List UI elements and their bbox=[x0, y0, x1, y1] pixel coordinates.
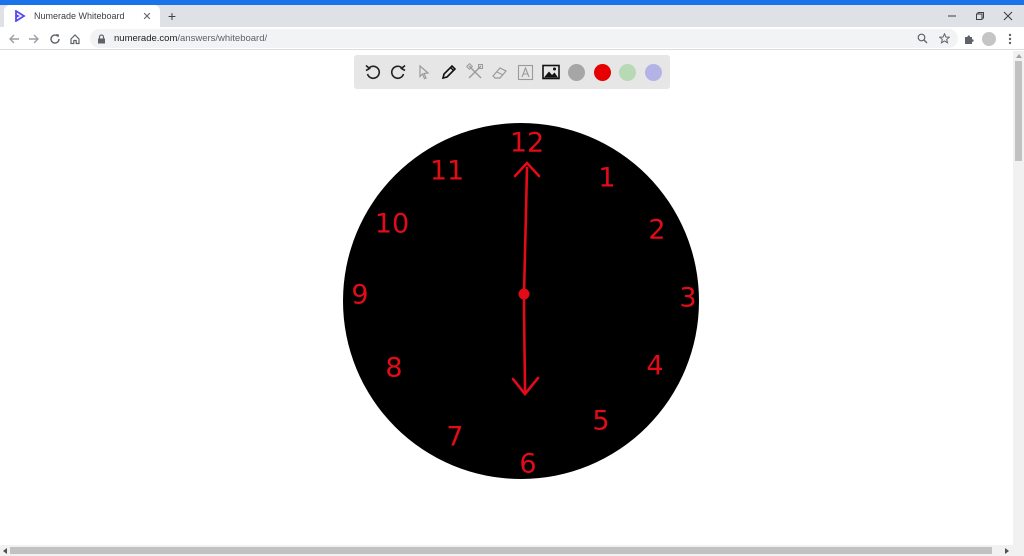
clock-number-5: 5 bbox=[592, 406, 609, 437]
whiteboard-page[interactable]: 12 1 2 3 4 5 6 7 8 9 10 11 bbox=[0, 51, 1013, 545]
vertical-scrollbar[interactable] bbox=[1013, 51, 1024, 545]
new-tab-button[interactable]: + bbox=[164, 8, 180, 24]
clock-number-12: 12 bbox=[510, 128, 544, 159]
scroll-left-arrow-icon[interactable] bbox=[0, 545, 9, 556]
reload-button[interactable] bbox=[46, 30, 64, 48]
browser-toolbar: numerade.com/answers/whiteboard/ bbox=[0, 27, 1024, 50]
scroll-up-arrow-icon[interactable] bbox=[1013, 51, 1024, 60]
clock-number-1: 1 bbox=[598, 163, 615, 194]
back-button[interactable] bbox=[5, 30, 23, 48]
clock-number-6: 6 bbox=[519, 449, 536, 480]
browser-tab[interactable]: Numerade Whiteboard ✕ bbox=[4, 5, 160, 27]
clock-drawing: 121234567891011 bbox=[343, 123, 699, 480]
clock-number-8: 8 bbox=[385, 353, 402, 384]
url-host: numerade.com bbox=[114, 33, 178, 44]
close-tab-icon[interactable]: ✕ bbox=[140, 9, 154, 23]
close-window-button[interactable] bbox=[992, 5, 1024, 27]
zoom-icon[interactable] bbox=[914, 31, 930, 47]
scroll-right-arrow-icon[interactable] bbox=[1002, 545, 1011, 556]
vertical-scroll-thumb[interactable] bbox=[1015, 61, 1022, 161]
clock-number-9: 9 bbox=[351, 280, 368, 311]
bookmark-star-icon[interactable] bbox=[936, 31, 952, 47]
forward-button[interactable] bbox=[25, 30, 43, 48]
clock-number-10: 10 bbox=[375, 209, 409, 240]
horizontal-scroll-thumb[interactable] bbox=[10, 547, 992, 554]
clock-face bbox=[343, 123, 699, 479]
address-bar[interactable]: numerade.com/answers/whiteboard/ bbox=[90, 29, 958, 48]
lock-icon[interactable] bbox=[96, 33, 106, 44]
horizontal-scrollbar[interactable] bbox=[0, 545, 1024, 556]
extensions-icon[interactable] bbox=[960, 30, 978, 48]
profile-avatar[interactable] bbox=[980, 30, 998, 48]
clock-number-7: 7 bbox=[446, 422, 463, 453]
tab-bar: Numerade Whiteboard ✕ + bbox=[0, 5, 1024, 27]
clock-number-4: 4 bbox=[646, 351, 663, 382]
clock-center-dot bbox=[518, 288, 530, 300]
url-path: /answers/whiteboard/ bbox=[177, 33, 268, 44]
avatar bbox=[982, 32, 996, 46]
clock-number-11: 11 bbox=[430, 156, 464, 187]
tab-title: Numerade Whiteboard bbox=[34, 11, 125, 21]
browser-menu-icon[interactable] bbox=[1001, 30, 1019, 48]
numerade-favicon-icon bbox=[12, 8, 28, 24]
clock-number-2: 2 bbox=[648, 215, 665, 246]
home-button[interactable] bbox=[66, 30, 84, 48]
url-text[interactable]: numerade.com/answers/whiteboard/ bbox=[114, 33, 914, 44]
clock-number-3: 3 bbox=[679, 283, 696, 314]
